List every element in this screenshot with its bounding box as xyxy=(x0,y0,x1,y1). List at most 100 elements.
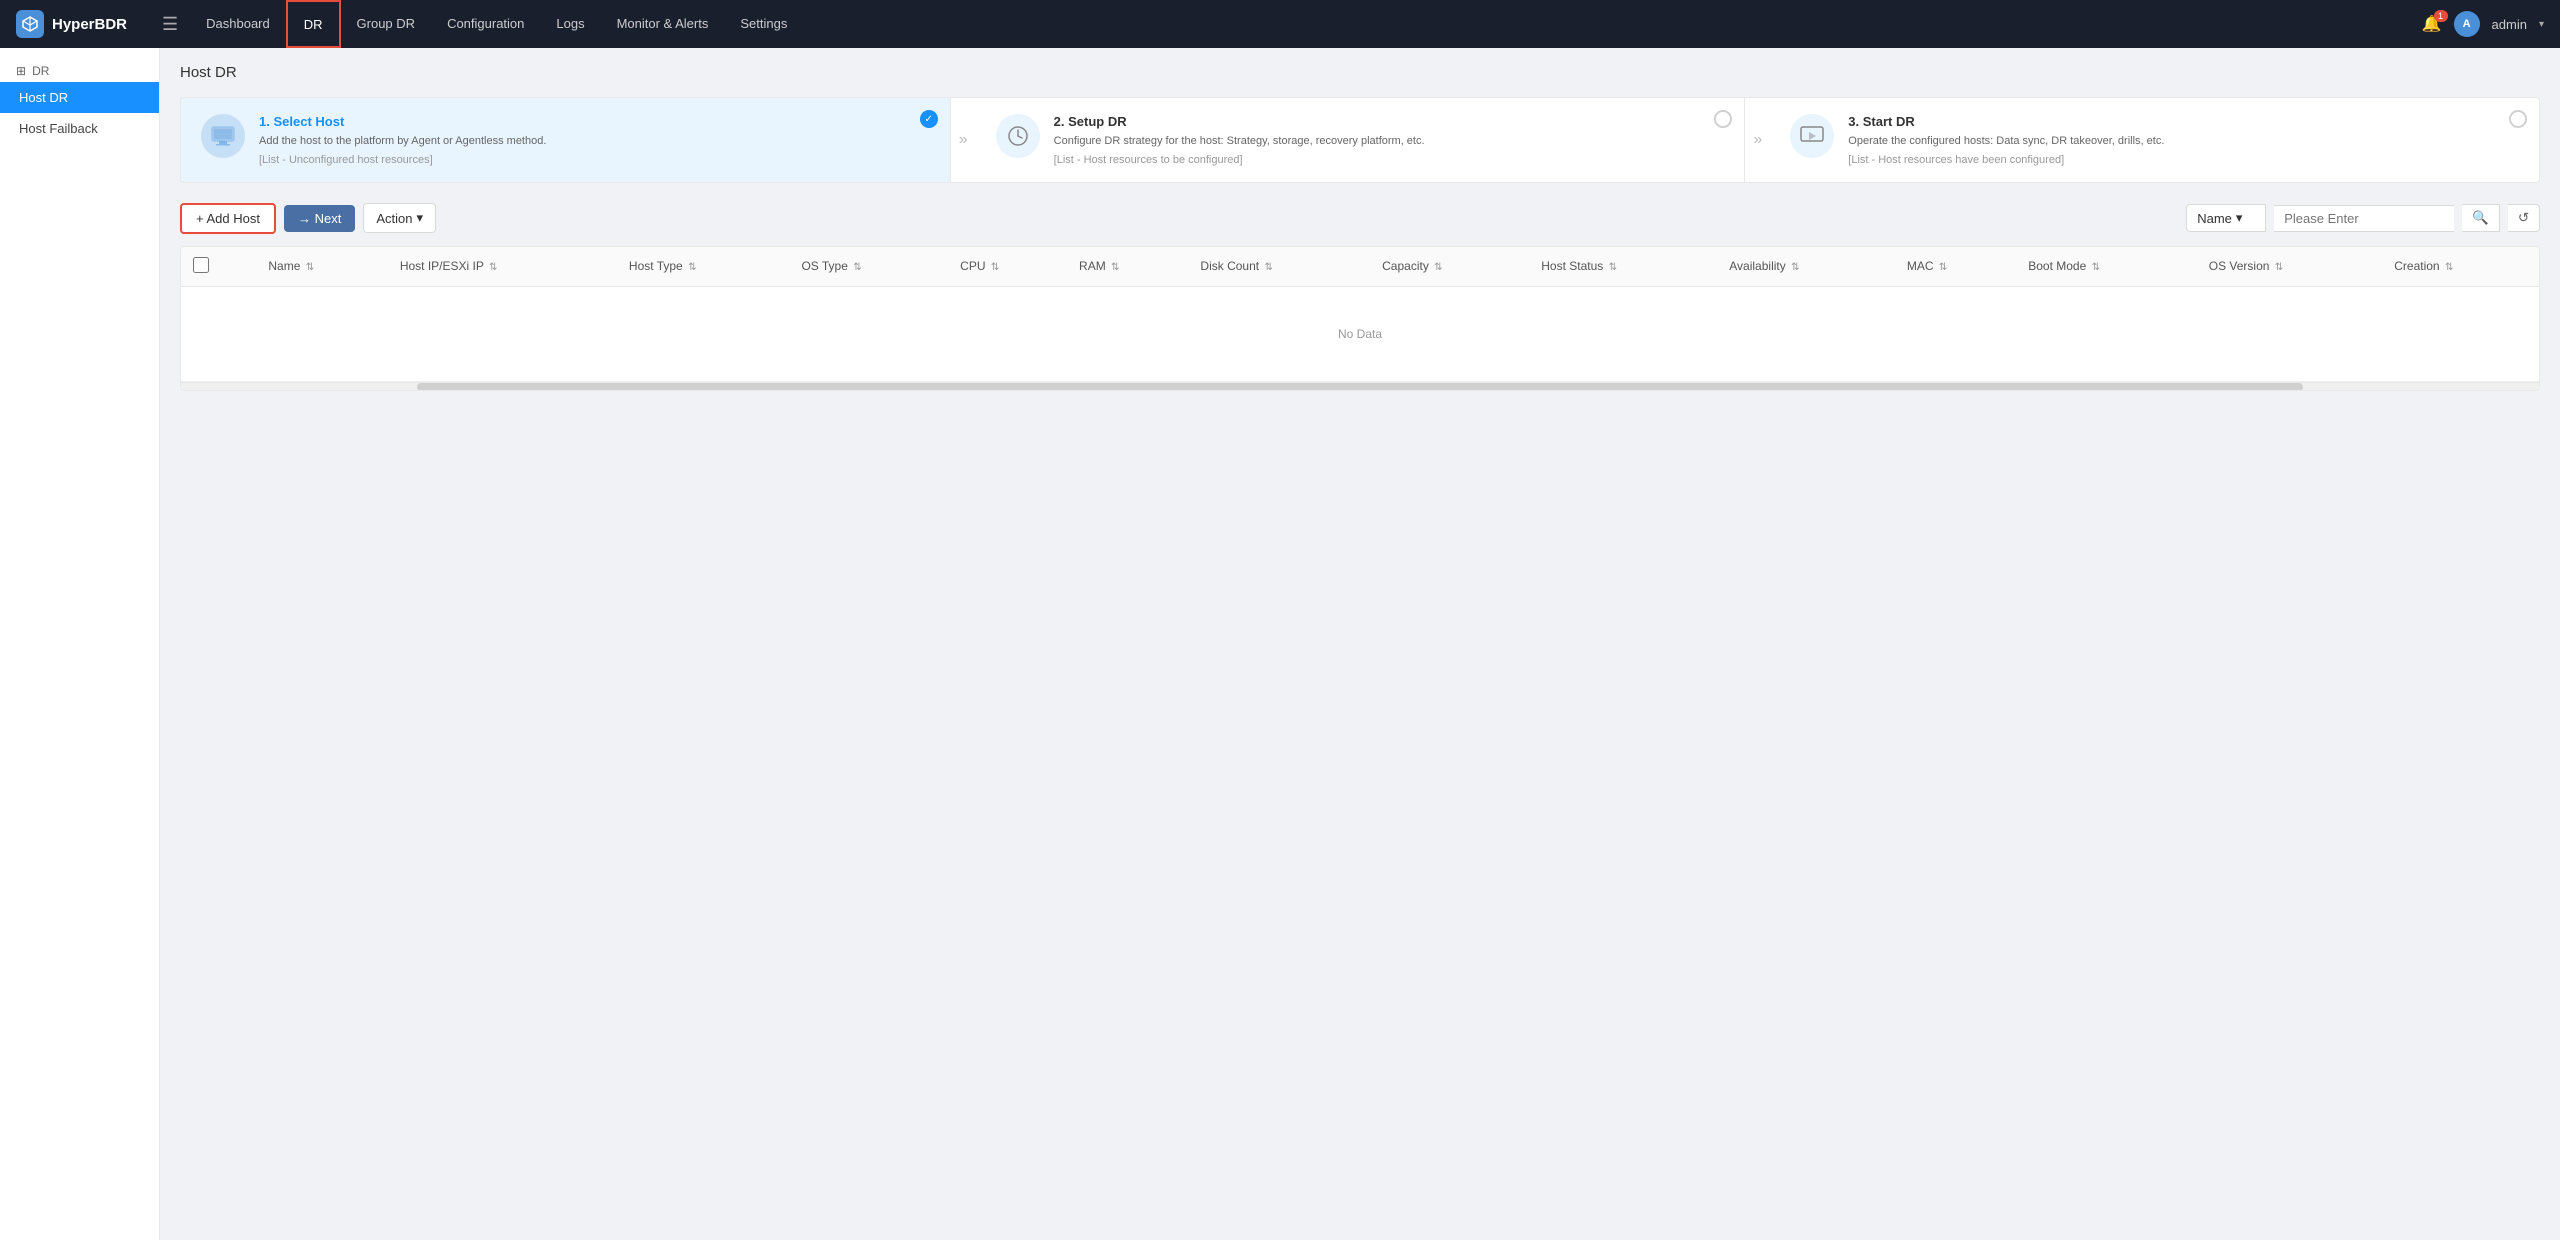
sidebar-item-host-dr[interactable]: Host DR xyxy=(0,82,159,113)
app-logo xyxy=(16,10,44,38)
step2-desc: Configure DR strategy for the host: Stra… xyxy=(1054,133,1725,150)
user-avatar: A xyxy=(2454,11,2480,37)
toolbar: + Add Host → Next Action ▾ Name ▾ 🔍 ↺ xyxy=(180,203,2540,234)
step-card-start-dr: 3. Start DR Operate the configured hosts… xyxy=(1770,98,2539,182)
main-layout: ⊞ DR Host DR Host Failback Host DR xyxy=(0,48,2560,1240)
search-select-label: Name xyxy=(2197,211,2232,226)
top-navigation: HyperBDR ☰ Dashboard DR Group DR Configu… xyxy=(0,0,2560,48)
no-data-row: No Data xyxy=(181,286,2539,381)
step1-icon xyxy=(201,114,245,158)
host-ip-sort-icon: ⇅ xyxy=(489,262,497,273)
creation-sort-icon: ⇅ xyxy=(2445,262,2453,273)
host-status-sort-icon: ⇅ xyxy=(1609,262,1617,273)
step-card-setup-dr: 2. Setup DR Configure DR strategy for th… xyxy=(976,98,1746,182)
os-type-sort-icon: ⇅ xyxy=(853,262,861,273)
notification-bell[interactable]: 🔔 1 xyxy=(2422,14,2442,34)
topnav-right-section: 🔔 1 A admin ▾ xyxy=(2422,11,2544,37)
user-dropdown-arrow[interactable]: ▾ xyxy=(2539,19,2544,30)
sidebar-section-header: ⊞ DR xyxy=(0,56,159,82)
username-label[interactable]: admin xyxy=(2492,17,2527,32)
scrollbar-thumb xyxy=(417,383,2303,391)
hosts-table: Name ⇅ Host IP/ESXi IP ⇅ Host Type ⇅ O xyxy=(181,247,2539,382)
next-button[interactable]: → Next xyxy=(284,205,355,232)
step3-title: 3. Start DR xyxy=(1848,114,2519,129)
sidebar-item-host-failback[interactable]: Host Failback xyxy=(0,113,159,144)
nav-dr[interactable]: DR xyxy=(286,0,341,48)
search-select-dropdown[interactable]: Name ▾ xyxy=(2186,204,2266,232)
sidebar: ⊞ DR Host DR Host Failback xyxy=(0,48,160,1240)
col-name[interactable]: Name ⇅ xyxy=(256,247,387,287)
step2-link[interactable]: [List - Host resources to be configured] xyxy=(1054,154,1725,166)
search-button[interactable]: 🔍 xyxy=(2462,204,2500,232)
table-body: No Data xyxy=(181,286,2539,381)
step-cards-container: 1. Select Host Add the host to the platf… xyxy=(180,97,2540,183)
step1-check-icon: ✓ xyxy=(920,110,938,128)
step3-circle-icon xyxy=(2509,110,2527,128)
col-disk-count[interactable]: Disk Count ⇅ xyxy=(1188,247,1370,287)
col-os-version[interactable]: OS Version ⇅ xyxy=(2197,247,2383,287)
refresh-button[interactable]: ↺ xyxy=(2508,204,2540,232)
step-card-select-host: 1. Select Host Add the host to the platf… xyxy=(181,98,951,182)
availability-sort-icon: ⇅ xyxy=(1791,262,1799,273)
col-ram[interactable]: RAM ⇅ xyxy=(1067,247,1188,287)
host-failback-label: Host Failback xyxy=(19,121,98,136)
mac-sort-icon: ⇅ xyxy=(1939,262,1947,273)
main-content: Host DR 1. Select Host xyxy=(160,48,2560,1240)
step1-desc: Add the host to the platform by Agent or… xyxy=(259,133,930,150)
nav-configuration[interactable]: Configuration xyxy=(431,0,540,48)
nav-monitor-alerts[interactable]: Monitor & Alerts xyxy=(601,0,725,48)
step2-title: 2. Setup DR xyxy=(1054,114,1725,129)
step1-body: 1. Select Host Add the host to the platf… xyxy=(259,114,930,166)
col-checkbox xyxy=(181,247,256,287)
col-creation[interactable]: Creation ⇅ xyxy=(2382,247,2539,287)
nav-group-dr[interactable]: Group DR xyxy=(341,0,432,48)
host-dr-label: Host DR xyxy=(19,90,68,105)
col-cpu[interactable]: CPU ⇅ xyxy=(948,247,1067,287)
step2-circle-icon xyxy=(1714,110,1732,128)
col-host-type[interactable]: Host Type ⇅ xyxy=(617,247,790,287)
dr-icon: ⊞ xyxy=(16,64,26,78)
ram-sort-icon: ⇅ xyxy=(1111,262,1119,273)
page-title: Host DR xyxy=(180,64,2540,81)
add-host-button[interactable]: + Add Host xyxy=(180,203,276,234)
col-capacity[interactable]: Capacity ⇅ xyxy=(1370,247,1529,287)
app-name: HyperBDR xyxy=(52,16,127,33)
step2-icon xyxy=(996,114,1040,158)
step3-body: 3. Start DR Operate the configured hosts… xyxy=(1848,114,2519,166)
add-host-label: + Add Host xyxy=(196,211,260,226)
col-host-ip[interactable]: Host IP/ESXi IP ⇅ xyxy=(388,247,617,287)
host-type-sort-icon: ⇅ xyxy=(688,262,696,273)
search-input[interactable] xyxy=(2274,205,2454,232)
capacity-sort-icon: ⇅ xyxy=(1434,262,1442,273)
col-mac[interactable]: MAC ⇅ xyxy=(1895,247,2016,287)
action-button[interactable]: Action ▾ xyxy=(363,203,436,233)
col-boot-mode[interactable]: Boot Mode ⇅ xyxy=(2016,247,2197,287)
step-chevron-1: » xyxy=(951,98,976,182)
nav-dashboard[interactable]: Dashboard xyxy=(190,0,286,48)
col-availability[interactable]: Availability ⇅ xyxy=(1717,247,1895,287)
next-label: → Next xyxy=(298,211,341,226)
action-arrow-icon: ▾ xyxy=(416,210,423,226)
step3-icon xyxy=(1790,114,1834,158)
nav-logs[interactable]: Logs xyxy=(540,0,600,48)
action-label: Action xyxy=(376,211,412,226)
hamburger-icon[interactable]: ☰ xyxy=(162,14,178,35)
disk-count-sort-icon: ⇅ xyxy=(1264,262,1272,273)
sidebar-section-label: DR xyxy=(32,64,49,78)
step3-desc: Operate the configured hosts: Data sync,… xyxy=(1848,133,2519,150)
step1-link[interactable]: [List - Unconfigured host resources] xyxy=(259,154,930,166)
refresh-icon: ↺ xyxy=(2518,210,2529,225)
step2-body: 2. Setup DR Configure DR strategy for th… xyxy=(1054,114,1725,166)
step3-link[interactable]: [List - Host resources have been configu… xyxy=(1848,154,2519,166)
col-os-type[interactable]: OS Type ⇅ xyxy=(789,247,948,287)
notification-badge: 1 xyxy=(2434,10,2448,22)
col-host-status[interactable]: Host Status ⇅ xyxy=(1529,247,1717,287)
search-select-arrow-icon: ▾ xyxy=(2236,210,2243,226)
cpu-sort-icon: ⇅ xyxy=(991,262,999,273)
nav-settings[interactable]: Settings xyxy=(724,0,803,48)
os-version-sort-icon: ⇅ xyxy=(2275,262,2283,273)
search-icon: 🔍 xyxy=(2472,210,2489,225)
select-all-checkbox[interactable] xyxy=(193,257,209,273)
name-sort-icon: ⇅ xyxy=(306,262,314,273)
table-scrollbar[interactable] xyxy=(181,382,2539,390)
